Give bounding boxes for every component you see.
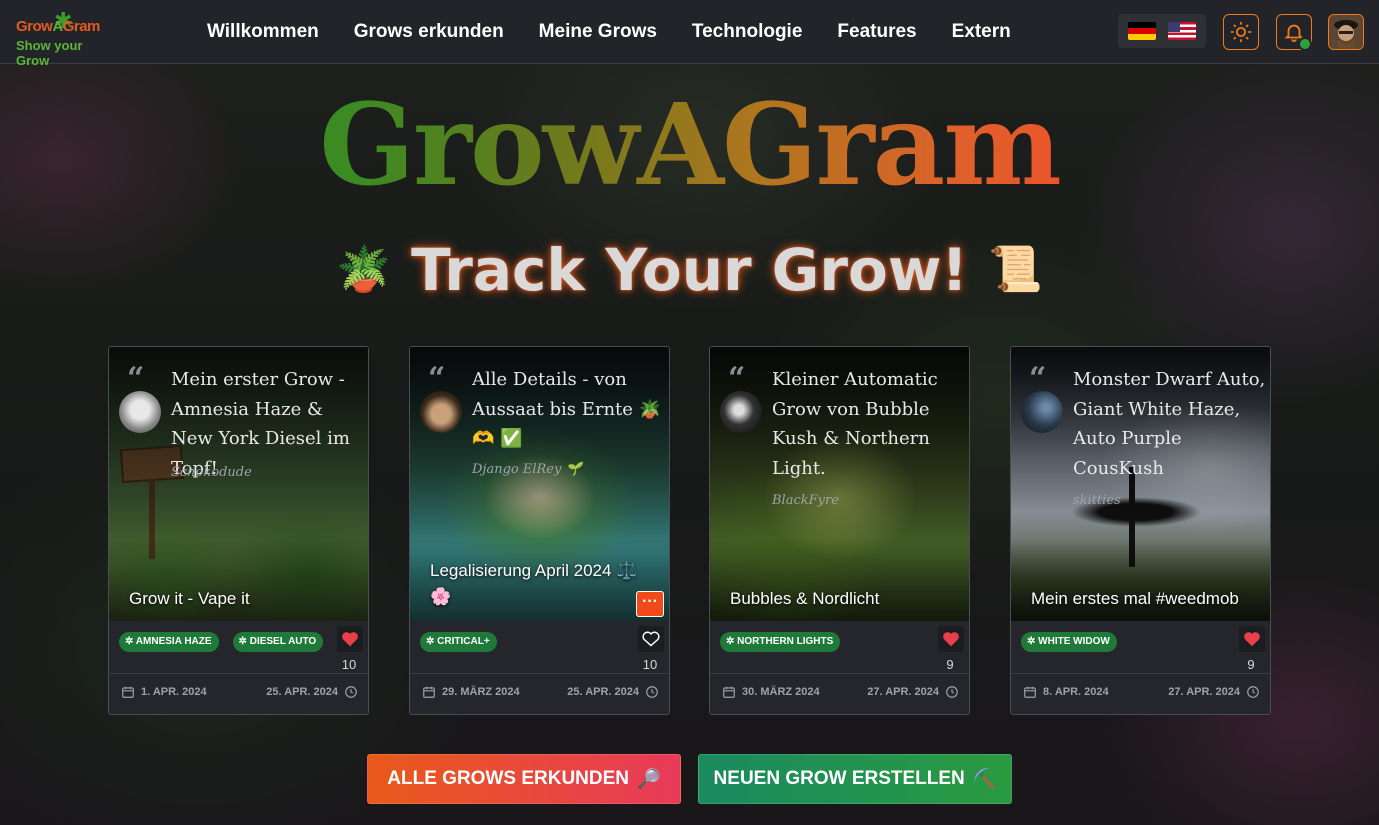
hero-subtitle-text: Track Your Grow! <box>411 236 968 304</box>
grow-title: Monster Dwarf Auto, Giant White Haze, Au… <box>1073 369 1266 479</box>
heart-outline-icon <box>642 631 660 647</box>
card-divider <box>109 673 368 674</box>
german-flag-icon[interactable] <box>1128 22 1156 40</box>
pick-icon: ⛏️ <box>972 769 997 790</box>
grow-card[interactable]: “ Alle Details - von Aussaat bis Ernte 🪴… <box>409 346 670 715</box>
grow-title: Alle Details - von Aussaat bis Ernte 🪴 🫶… <box>472 369 662 449</box>
top-navbar: ✱ GrowAGram Show your Grow Willkommen Gr… <box>0 0 1379 68</box>
like-count: 10 <box>642 657 658 672</box>
grow-author[interactable]: BlackFyre <box>772 493 839 508</box>
grow-author[interactable]: skitties <box>1073 493 1121 508</box>
like-button[interactable] <box>938 626 964 652</box>
language-switcher <box>1118 14 1206 48</box>
grow-card[interactable]: “ Kleiner Automatic Grow von Bubble Kush… <box>709 346 970 715</box>
hero-subtitle: 🪴 Track Your Grow! 📜 <box>0 236 1379 304</box>
create-new-grow-button[interactable]: NEUEN GROW ERSTELLEN ⛏️ <box>698 754 1012 804</box>
calendar-icon <box>423 686 435 698</box>
grow-caption: Legalisierung April 2024 ⚖️ 🌸 <box>430 561 638 606</box>
us-flag-icon[interactable] <box>1168 22 1196 40</box>
grow-start-date: 29. MÄRZ 2024 <box>422 685 520 699</box>
create-button-label: NEUEN GROW ERSTELLEN <box>713 768 965 789</box>
strain-tags: ✲ AMNESIA HAZE ✲ DIESEL AUTO <box>119 632 329 654</box>
grow-start-date: 30. MÄRZ 2024 <box>722 685 820 699</box>
clock-icon <box>946 686 958 698</box>
logo-tagline: Show your Grow <box>16 38 83 68</box>
clock-icon <box>646 686 658 698</box>
explore-all-grows-button[interactable]: ALLE GROWS ERKUNDEN 🔎 <box>367 754 681 804</box>
grow-updated-date: 25. APR. 2024 <box>266 685 358 699</box>
sun-icon <box>1230 21 1252 43</box>
heart-filled-icon <box>342 632 358 647</box>
grow-author[interactable]: Schokodude <box>171 465 252 480</box>
heart-filled-icon <box>1244 632 1260 647</box>
clock-icon <box>1247 686 1259 698</box>
grow-card[interactable]: “ Mein erster Grow - Amnesia Haze & New … <box>108 346 369 715</box>
grow-cards: “ Mein erster Grow - Amnesia Haze & New … <box>108 346 1273 715</box>
nav-technologie[interactable]: Technologie <box>692 21 802 43</box>
potted-plant-icon: 🪴 <box>336 244 391 295</box>
like-count: 10 <box>341 657 357 672</box>
more-options-button[interactable]: ··· <box>636 591 664 617</box>
nav-meine-grows[interactable]: Meine Grows <box>539 21 657 43</box>
strain-tag[interactable]: ✲ WHITE WIDOW <box>1021 632 1117 652</box>
like-button[interactable] <box>638 626 664 652</box>
main-nav: Willkommen Grows erkunden Meine Grows Te… <box>207 0 1046 64</box>
grow-caption: Grow it - Vape it <box>129 589 250 608</box>
like-button[interactable] <box>1239 626 1265 652</box>
calendar-icon <box>122 686 134 698</box>
strain-tags: ✲ WHITE WIDOW <box>1021 632 1231 654</box>
logo-wordmark: GrowAGram <box>16 18 100 35</box>
magnifier-icon: 🔎 <box>637 769 661 790</box>
strain-tag[interactable]: ✲ CRITICAL+ <box>420 632 497 652</box>
theme-toggle-button[interactable] <box>1223 14 1259 50</box>
card-divider <box>710 673 969 674</box>
grow-caption: Mein erstes mal #weedmob <box>1031 589 1239 608</box>
card-divider <box>1011 673 1270 674</box>
grow-card[interactable]: “ Monster Dwarf Auto, Giant White Haze, … <box>1010 346 1271 715</box>
nav-grows-erkunden[interactable]: Grows erkunden <box>354 21 504 43</box>
author-avatar[interactable] <box>1021 391 1063 433</box>
strain-tag[interactable]: ✲ AMNESIA HAZE <box>119 632 219 652</box>
nav-willkommen[interactable]: Willkommen <box>207 21 319 43</box>
scroll-icon: 📜 <box>988 244 1043 295</box>
strain-tags: ✲ NORTHERN LIGHTS <box>720 632 930 654</box>
strain-tag[interactable]: ✲ NORTHERN LIGHTS <box>720 632 841 652</box>
grow-start-date: 1. APR. 2024 <box>121 685 207 699</box>
online-status-dot <box>1298 37 1312 51</box>
card-divider <box>410 673 669 674</box>
brand-logo[interactable]: ✱ GrowAGram Show your Grow <box>14 8 114 68</box>
grow-updated-date: 27. APR. 2024 <box>1168 685 1260 699</box>
like-count: 9 <box>946 657 954 672</box>
calendar-icon <box>1024 686 1036 698</box>
nav-extern[interactable]: Extern <box>952 21 1011 43</box>
author-avatar[interactable] <box>119 391 161 433</box>
strain-tags: ✲ CRITICAL+ <box>420 632 630 654</box>
grow-start-date: 8. APR. 2024 <box>1023 685 1109 699</box>
hero-title: GrowAGram <box>0 90 1379 202</box>
clock-icon <box>345 686 357 698</box>
strain-tag[interactable]: ✲ DIESEL AUTO <box>232 632 324 652</box>
grow-updated-date: 25. APR. 2024 <box>567 685 659 699</box>
user-avatar-icon <box>1329 15 1363 49</box>
author-avatar[interactable] <box>720 391 762 433</box>
like-button[interactable] <box>337 626 363 652</box>
author-avatar[interactable] <box>420 391 462 433</box>
calendar-icon <box>723 686 735 698</box>
heart-filled-icon <box>943 632 959 647</box>
like-count: 9 <box>1247 657 1255 672</box>
nav-features[interactable]: Features <box>837 21 916 43</box>
grow-updated-date: 27. APR. 2024 <box>867 685 959 699</box>
user-avatar-button[interactable] <box>1328 14 1364 50</box>
grow-title: Kleiner Automatic Grow von Bubble Kush &… <box>772 369 938 479</box>
grow-author[interactable]: Django ElRey 🌱 <box>472 462 582 477</box>
explore-button-label: ALLE GROWS ERKUNDEN <box>387 768 630 789</box>
grow-caption: Bubbles & Nordlicht <box>730 589 880 608</box>
